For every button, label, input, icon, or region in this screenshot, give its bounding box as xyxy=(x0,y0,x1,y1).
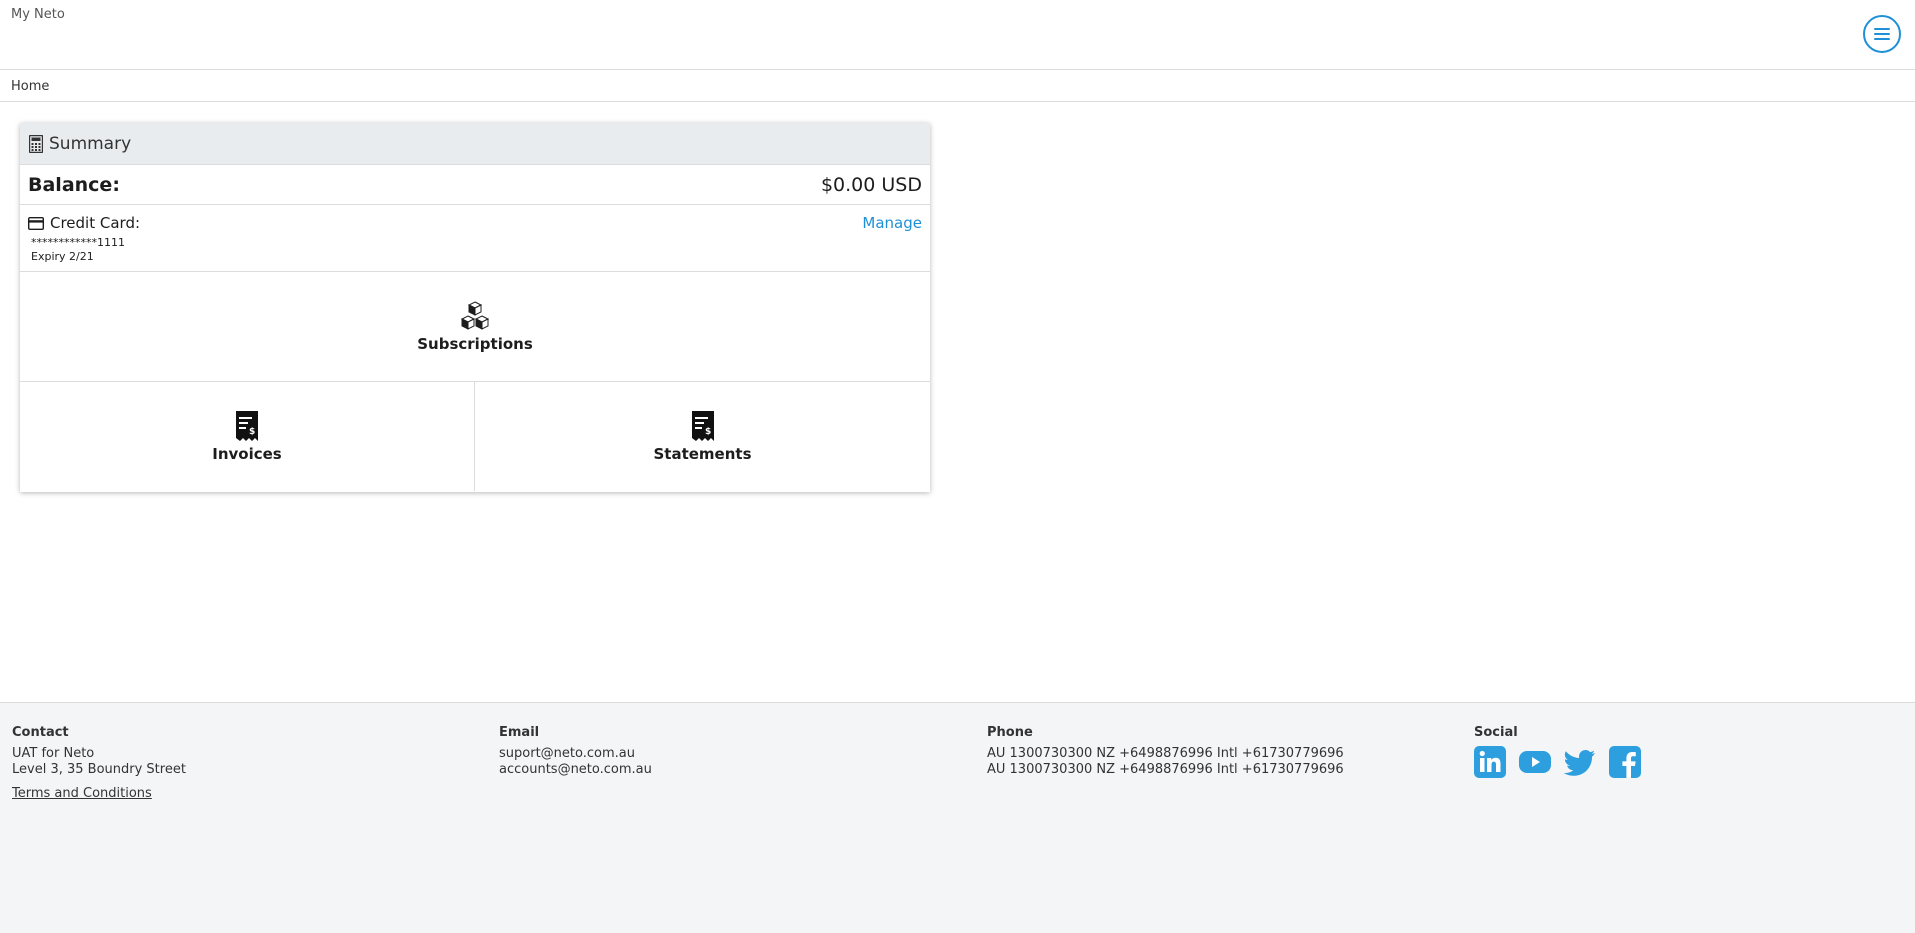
phone-heading: Phone xyxy=(987,725,1033,740)
breadcrumb-home[interactable]: Home xyxy=(11,79,49,94)
cubes-icon xyxy=(460,300,490,330)
social-heading: Social xyxy=(1474,725,1518,740)
footer-social: Social xyxy=(1474,725,1641,778)
summary-title: Summary xyxy=(49,133,132,154)
phone-line-1: AU 1300730300 NZ +6498876996 Intl +61730… xyxy=(987,746,1344,761)
footer: Contact UAT for Neto Level 3, 35 Boundry… xyxy=(0,702,1915,933)
tile-row: $ Invoices $ Statements xyxy=(20,382,930,491)
calculator-icon xyxy=(29,134,43,153)
phone-line-2: AU 1300730300 NZ +6498876996 Intl +61730… xyxy=(987,762,1344,777)
statements-tile[interactable]: $ Statements xyxy=(475,382,930,491)
manage-link[interactable]: Manage xyxy=(862,214,922,232)
contact-line-2: Level 3, 35 Boundry Street xyxy=(12,762,186,777)
credit-card-row: Credit Card: ************1111 Expiry 2/2… xyxy=(20,205,930,272)
balance-row: Balance: $0.00 USD xyxy=(20,165,930,205)
social-icons xyxy=(1474,746,1641,778)
credit-card-icon xyxy=(28,216,44,230)
svg-text:$: $ xyxy=(705,427,711,437)
hamburger-menu-icon xyxy=(1874,28,1890,40)
youtube-icon[interactable] xyxy=(1519,746,1551,778)
top-bar: My Neto xyxy=(0,0,1915,70)
email-accounts[interactable]: accounts@neto.com.au xyxy=(499,762,652,778)
receipt-icon: $ xyxy=(236,410,258,441)
twitter-icon[interactable] xyxy=(1564,746,1596,778)
linkedin-icon[interactable] xyxy=(1474,746,1506,778)
email-support[interactable]: suport@neto.com.au xyxy=(499,746,652,762)
subscriptions-tile[interactable]: Subscriptions xyxy=(20,272,930,382)
brand-title[interactable]: My Neto xyxy=(11,7,65,22)
facebook-icon[interactable] xyxy=(1609,746,1641,778)
footer-email: Email suport@neto.com.au accounts@neto.c… xyxy=(499,725,652,778)
subscriptions-label: Subscriptions xyxy=(417,334,533,353)
invoices-tile[interactable]: $ Invoices xyxy=(20,382,475,491)
contact-line-1: UAT for Neto xyxy=(12,746,95,761)
footer-phone: Phone AU 1300730300 NZ +6498876996 Intl … xyxy=(987,725,1344,778)
summary-card: Summary Balance: $0.00 USD Credit Card: … xyxy=(20,123,930,492)
balance-label: Balance: xyxy=(28,173,120,196)
terms-link[interactable]: Terms and Conditions xyxy=(12,786,152,801)
statements-label: Statements xyxy=(653,444,752,463)
summary-header: Summary xyxy=(20,123,930,165)
credit-card-label: Credit Card: xyxy=(50,214,141,232)
receipt-icon: $ xyxy=(691,410,714,441)
credit-card-heading: Credit Card: xyxy=(28,214,140,232)
menu-button[interactable] xyxy=(1863,15,1901,53)
svg-text:$: $ xyxy=(249,427,255,437)
contact-heading: Contact xyxy=(12,725,69,740)
card-expiry: Expiry 2/21 xyxy=(31,250,94,263)
email-heading: Email xyxy=(499,725,540,740)
balance-value: $0.00 USD xyxy=(820,173,922,196)
breadcrumb: Home xyxy=(0,70,1915,102)
invoices-label: Invoices xyxy=(212,444,282,463)
footer-contact: Contact UAT for Neto Level 3, 35 Boundry… xyxy=(12,725,186,801)
card-number: ************1111 xyxy=(31,236,125,249)
